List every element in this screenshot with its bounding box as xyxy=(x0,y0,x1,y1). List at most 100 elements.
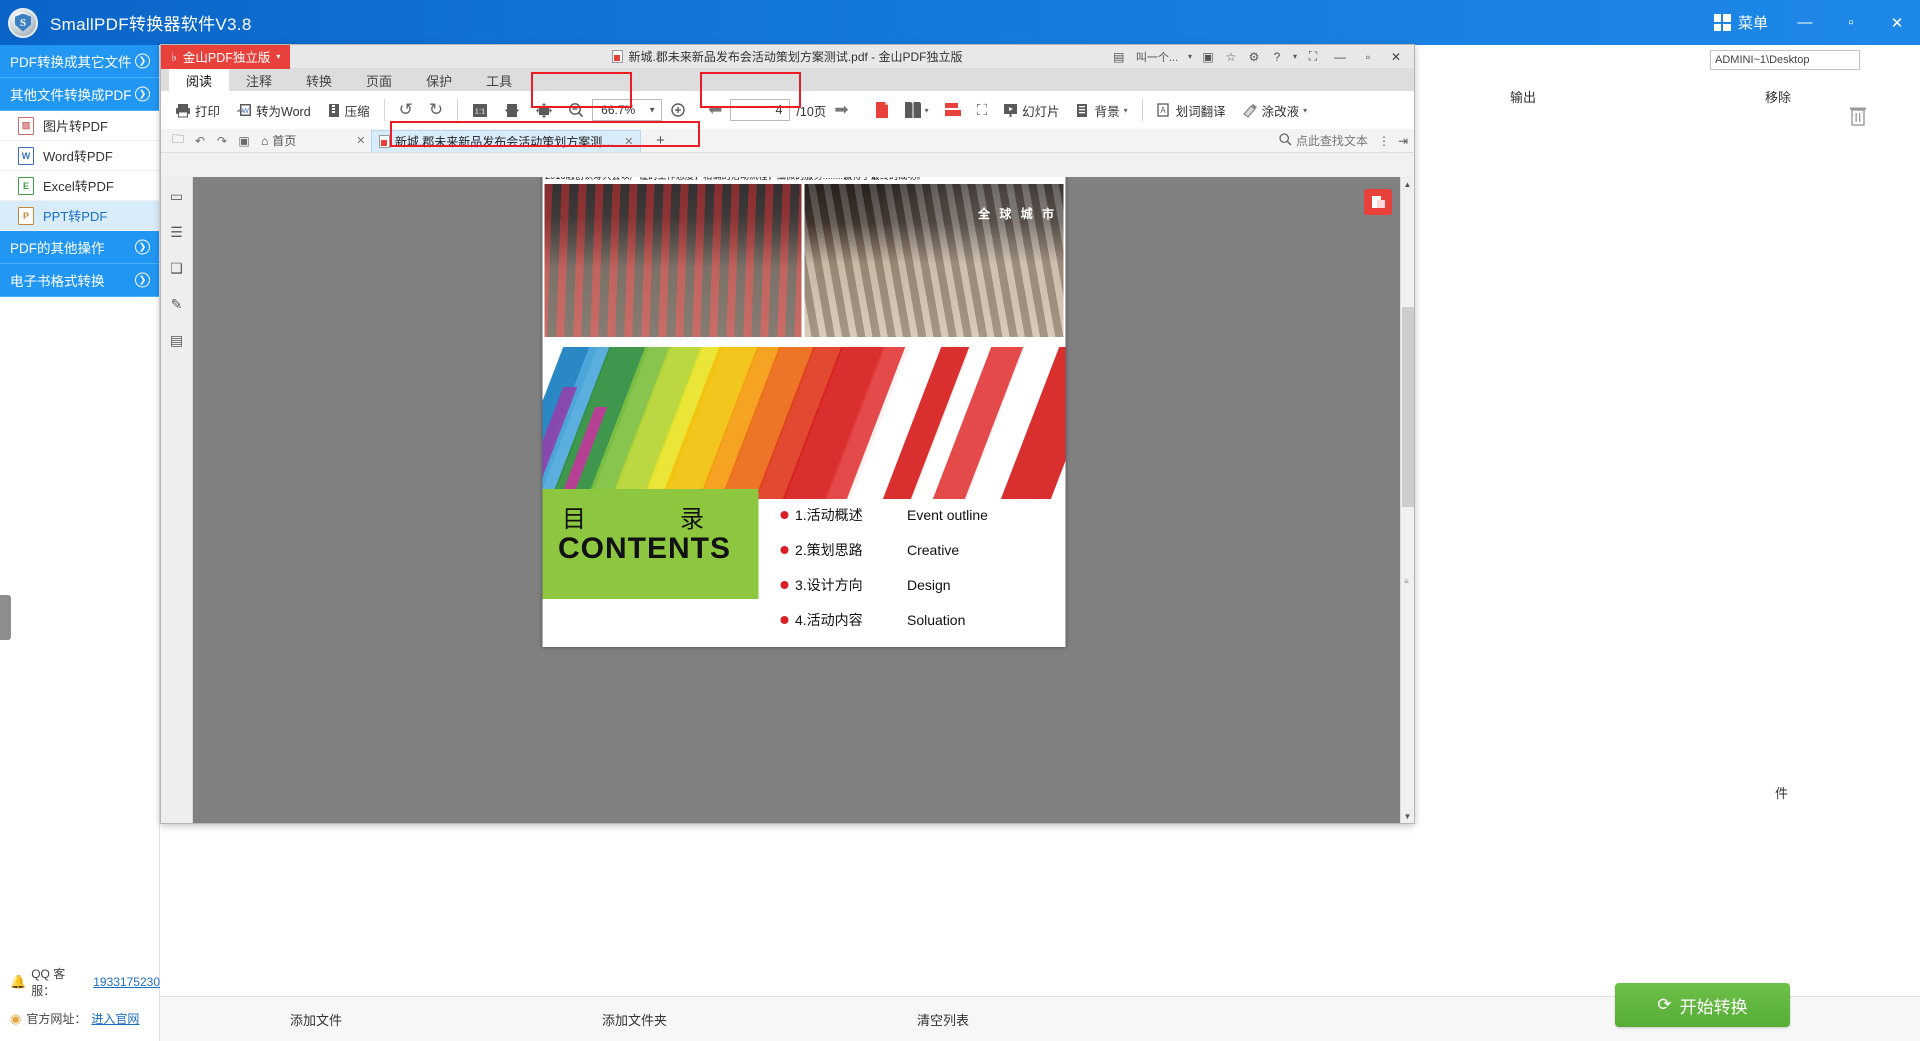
search-placeholder-label[interactable]: 点此查找文本 xyxy=(1296,132,1368,149)
pdf-close-button[interactable]: ✕ xyxy=(1382,45,1410,69)
translate-button[interactable]: A 划词翻译 xyxy=(1149,95,1234,125)
pdf-canvas-area[interactable]: 三大型案例展示 2016融创认筹大会 THEONEPARK 7.9日 全球城市封… xyxy=(193,177,1414,823)
single-page-icon xyxy=(875,102,889,118)
clear-list-button[interactable]: 清空列表 xyxy=(917,1010,969,1029)
add-file-button[interactable]: 添加文件 xyxy=(290,1010,342,1029)
rotate-right-button[interactable]: ↻ xyxy=(421,95,451,125)
annotations-icon[interactable]: ✎ xyxy=(166,293,188,315)
thumbnails-icon[interactable]: ❑ xyxy=(166,257,188,279)
fit-width-button[interactable] xyxy=(496,95,528,125)
app-maximize-button[interactable]: ▫ xyxy=(1828,0,1874,45)
close-all-tabs-icon[interactable]: ✕ xyxy=(356,134,365,147)
prev-page-icon: ⬅ xyxy=(708,100,723,119)
chevron-down-icon[interactable]: ▾ xyxy=(1124,106,1128,115)
tab-read[interactable]: 阅读 xyxy=(169,69,230,91)
settings-gear-icon[interactable]: ⚙ xyxy=(1244,47,1264,67)
collapse-ribbon-icon[interactable]: ⇥ xyxy=(1398,134,1408,148)
tab-protect[interactable]: 保护 xyxy=(409,69,469,91)
collapse-panel-icon[interactable]: ▭ xyxy=(166,185,188,207)
start-convert-button[interactable]: ⟳ 开始转换 xyxy=(1615,983,1790,1027)
add-folder-button[interactable]: 添加文件夹 xyxy=(602,1010,667,1029)
to-word-button[interactable]: W 转为Word xyxy=(228,95,319,125)
scroll-up-icon[interactable]: ▲ xyxy=(1401,177,1414,191)
tab-tools[interactable]: 工具 xyxy=(469,69,529,91)
sidebar-group-ebook-convert[interactable]: 电子书格式转换 ❯ xyxy=(0,264,159,297)
account-name[interactable]: 叫一个... xyxy=(1132,47,1182,67)
next-page-button[interactable]: ➡ xyxy=(826,95,856,125)
tab-convert[interactable]: 转换 xyxy=(289,69,349,91)
tab-page[interactable]: 页面 xyxy=(349,69,409,91)
fit-page-button[interactable] xyxy=(528,95,560,125)
scroll-down-icon[interactable]: ▼ xyxy=(1401,809,1414,823)
more-options-icon[interactable]: ⋮ xyxy=(1378,134,1390,148)
open-folder-icon[interactable]: 🗀 xyxy=(167,130,189,152)
zoom-out-button[interactable] xyxy=(560,95,592,125)
home-tab[interactable]: ⌂ 首页 xyxy=(255,132,308,149)
zoom-in-button[interactable] xyxy=(662,95,694,125)
excel-file-icon: E xyxy=(18,176,34,195)
qq-support-value[interactable]: 1933175230 xyxy=(93,975,160,989)
actual-size-button[interactable]: 1:1 xyxy=(464,95,496,125)
slideshow-button[interactable]: 幻灯片 xyxy=(995,95,1068,125)
help-icon[interactable]: ? xyxy=(1267,47,1287,67)
feedback-icon[interactable]: ▣ xyxy=(1198,47,1218,67)
continuous-view-button[interactable] xyxy=(937,95,969,125)
single-page-button[interactable] xyxy=(867,95,897,125)
expand-icon[interactable]: ⛶ xyxy=(1303,47,1323,67)
sidebar-item-label: Word转PDF xyxy=(43,149,113,164)
chevron-down-icon[interactable]: ▾ xyxy=(925,106,929,115)
page-number-input[interactable]: 4 xyxy=(730,99,791,121)
sidebar-item-excel-to-pdf[interactable]: E Excel转PDF xyxy=(0,171,159,201)
rotate-left-button[interactable]: ↺ xyxy=(391,95,421,125)
output-label: 输出 xyxy=(1510,90,1537,105)
sidebar-group-pdf-other-ops[interactable]: PDF的其他操作 ❯ xyxy=(0,231,159,264)
app-close-button[interactable]: ✕ xyxy=(1874,0,1920,45)
print-button[interactable]: 打印 xyxy=(167,95,228,125)
pdf-restore-button[interactable]: ▫ xyxy=(1354,45,1382,69)
new-tab-button[interactable]: + xyxy=(649,130,671,152)
chevron-down-icon[interactable]: ▾ xyxy=(1303,106,1307,115)
background-button[interactable]: 背景 ▾ xyxy=(1068,95,1136,125)
close-tab-icon[interactable]: ✕ xyxy=(624,135,633,148)
save-icon[interactable]: ▣ xyxy=(233,130,255,152)
sidebar-group-pdf-to-others[interactable]: PDF转换成其它文件 ❯ xyxy=(0,45,159,78)
chevron-down-icon-2[interactable]: ▾ xyxy=(1290,47,1300,67)
tab-annotate[interactable]: 注释 xyxy=(229,69,289,91)
slide2-toc: 1.活动概述 Event outline 2.策划思路 Creative 3.设… xyxy=(780,497,1060,637)
official-site-row: ◉ 官方网址： 进入官网 xyxy=(10,1010,160,1027)
compress-button[interactable]: 压缩 xyxy=(319,95,378,125)
search-icon[interactable] xyxy=(1279,132,1292,149)
sidebar-side-tab[interactable] xyxy=(0,595,11,640)
ppt-file-icon: P xyxy=(18,206,34,225)
output-path-field[interactable]: ADMINI~1\Desktop xyxy=(1710,50,1860,70)
fullscreen-button[interactable]: ⛶ xyxy=(969,95,996,125)
toc-item-en: Soluation xyxy=(907,611,966,628)
app-minimize-button[interactable]: — xyxy=(1782,0,1828,45)
zoom-level-input[interactable]: 66.7% ▼ xyxy=(592,99,663,121)
floating-action-button[interactable] xyxy=(1364,189,1392,215)
sidebar-group-others-to-pdf[interactable]: 其他文件转换成PDF ❯ xyxy=(0,78,159,111)
two-page-button[interactable]: ▾ xyxy=(897,95,937,125)
chevron-down-icon[interactable]: ▼ xyxy=(648,106,656,115)
remove-label[interactable]: 移除 xyxy=(1765,87,1791,106)
sidebar-item-word-to-pdf[interactable]: W Word转PDF xyxy=(0,141,159,171)
undo-icon[interactable]: ↶ xyxy=(189,130,211,152)
pdf-vertical-scrollbar[interactable]: ▲ ≡ ▼ xyxy=(1400,177,1414,823)
cloud-doc-icon[interactable]: ▤ xyxy=(1109,47,1129,67)
official-site-link[interactable]: 进入官网 xyxy=(91,1010,139,1027)
sidebar-item-ppt-to-pdf[interactable]: P PPT转PDF xyxy=(0,201,159,231)
sidebar-item-image-to-pdf[interactable]: ▨ 图片转PDF xyxy=(0,111,159,141)
whiteout-button[interactable]: 涂改液 ▾ xyxy=(1234,95,1316,125)
menu-button[interactable]: 菜单 xyxy=(1700,0,1782,45)
prev-page-button[interactable]: ⬅ xyxy=(700,95,730,125)
chevron-down-icon[interactable]: ▾ xyxy=(1185,47,1195,67)
star-icon[interactable]: ☆ xyxy=(1221,47,1241,67)
brand-tab[interactable]: ♭ 金山PDF独立版 ▾ xyxy=(161,44,291,69)
pdf-minimize-button[interactable]: — xyxy=(1326,45,1354,69)
bookmarks-icon[interactable]: ☰ xyxy=(166,221,188,243)
delete-icon[interactable] xyxy=(1848,105,1868,127)
scrollbar-thumb[interactable] xyxy=(1402,307,1414,507)
attachments-icon[interactable]: ▤ xyxy=(166,329,188,351)
redo-icon[interactable]: ↷ xyxy=(211,130,233,152)
document-tab[interactable]: 新城.郡未来新品发布会活动策划方案测试.pdf ✕ xyxy=(371,129,642,152)
